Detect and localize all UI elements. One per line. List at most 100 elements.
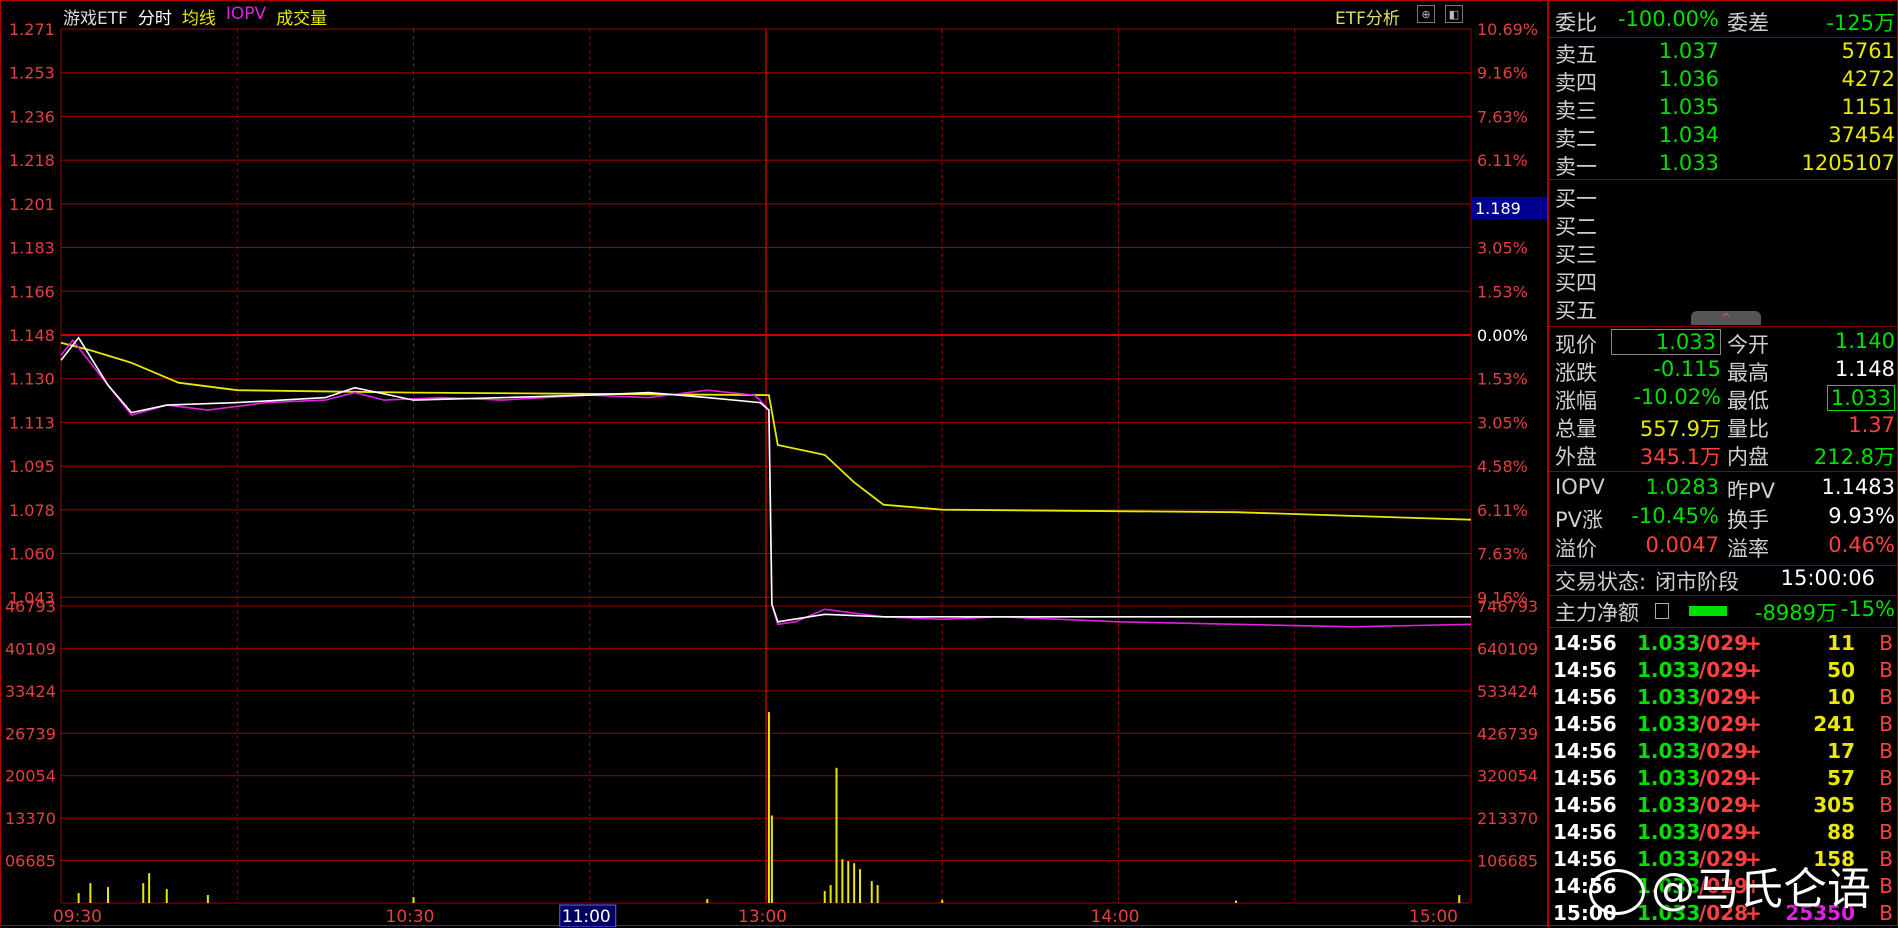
bid-row[interactable]: 买三 <box>1549 239 1898 267</box>
pct-tick: 7.63% <box>1477 545 1528 564</box>
bid-row[interactable]: 买一 <box>1549 183 1898 211</box>
stat-row: 现价 1.033 今开 1.140 <box>1549 329 1898 357</box>
tick-time: 14:56 <box>1553 766 1617 790</box>
tick-volume: 10 <box>1827 685 1855 709</box>
volume-tick: 13370 <box>5 809 56 828</box>
main-force-label: 主力净额 <box>1555 601 1639 625</box>
iopv-value: 9.93% <box>1828 504 1895 528</box>
legend-iopv: IOPV <box>225 4 267 24</box>
legend-mode: 分时 <box>137 9 172 29</box>
tick-iopv: /029 <box>1699 631 1749 655</box>
stat-label: 量比 <box>1727 417 1769 441</box>
main-force-pct: -15% <box>1840 597 1895 621</box>
tick-row[interactable]: 14:56 1.033/029 +305 B <box>1549 793 1898 820</box>
tick-volume: 88 <box>1827 820 1855 844</box>
tick-row[interactable]: 14:56 1.033/029 +11 B <box>1549 631 1898 658</box>
legend-avg-line: 均线 <box>181 9 216 29</box>
tick-price: 1.033 <box>1637 658 1701 682</box>
iopv-value: 1.0283 <box>1645 475 1719 499</box>
tick-price: 1.033 <box>1637 793 1701 817</box>
ask-volume: 37454 <box>1828 123 1895 147</box>
volume-tick: 40109 <box>5 639 56 658</box>
stat-value: 345.1万 <box>1639 445 1721 469</box>
iopv-label: 溢价 <box>1555 537 1597 561</box>
iopv-value: 0.46% <box>1828 533 1895 557</box>
iopv-row: PV涨 -10.45% 换手 9.93% <box>1549 504 1898 532</box>
volume-tick: 33424 <box>5 682 56 701</box>
quote-panel: 委比 -100.00% 委差 -125万 卖五 1.037 5761 卖四 1.036 4… <box>1547 1 1898 927</box>
tick-row[interactable]: 14:56 1.033/029 +57 B <box>1549 766 1898 793</box>
tick-volume: 50 <box>1827 658 1855 682</box>
volume-tick-right: 320054 <box>1477 767 1538 786</box>
layout-icon[interactable]: ◧ <box>1445 5 1463 23</box>
ask-volume: 5761 <box>1841 39 1895 63</box>
intraday-chart[interactable]: 1.271 10.69% 1.253 9.16% 1.236 7.63% 1.218 6.11… <box>1 1 1547 927</box>
price-tick: 1.095 <box>9 457 55 476</box>
tick-row[interactable]: 14:56 1.033/029 +17 B <box>1549 739 1898 766</box>
price-tick: 1.201 <box>9 195 55 214</box>
ask-row[interactable]: 卖三 1.035 1151 <box>1549 95 1898 123</box>
tick-row[interactable]: 14:56 1.033/029 +50 B <box>1549 658 1898 685</box>
iopv-row: IOPV 1.0283 昨PV 1.1483 <box>1549 475 1898 503</box>
tick-volume: 241 <box>1813 712 1855 736</box>
time-tick: 13:00 <box>738 907 787 927</box>
volume-tick-right: 533424 <box>1477 682 1538 701</box>
price-tick: 1.236 <box>9 107 55 126</box>
tick-row[interactable]: 14:56 1.033/029 +241 B <box>1549 712 1898 739</box>
expand-icon[interactable]: ⊕ <box>1417 5 1435 23</box>
ask-row[interactable]: 卖四 1.036 4272 <box>1549 67 1898 95</box>
chart-canvas[interactable]: 1.271 10.69% 1.253 9.16% 1.236 7.63% 1.218 6.11… <box>1 1 1547 927</box>
tick-time: 14:56 <box>1553 658 1617 682</box>
ask-price: 1.035 <box>1658 95 1719 119</box>
bid-label: 买五 <box>1555 299 1597 323</box>
pct-tick: 3.05% <box>1477 413 1528 432</box>
tick-volume: 17 <box>1827 739 1855 763</box>
ask-price: 1.034 <box>1658 123 1719 147</box>
pct-tick: 10.69% <box>1477 20 1538 39</box>
price-tick: 1.218 <box>9 151 55 170</box>
tick-row[interactable]: 14:56 1.033/029 +88 B <box>1549 820 1898 847</box>
collapse-arrow-icon[interactable]: ^ <box>1691 311 1761 325</box>
price-tick: 1.113 <box>9 413 55 432</box>
tick-time: 14:56 <box>1553 631 1617 655</box>
etf-analysis-button[interactable]: ETF分析 <box>1335 4 1400 29</box>
pct-tick: 1.53% <box>1477 370 1528 389</box>
ask-row[interactable]: 卖五 1.037 5761 <box>1549 39 1898 67</box>
time-tick: 10:30 <box>386 907 435 927</box>
tick-iopv: /029 <box>1699 739 1749 763</box>
ask-label: 卖二 <box>1555 127 1597 151</box>
time-tick: 09:30 <box>53 907 102 927</box>
ask-label: 卖三 <box>1555 99 1597 123</box>
ask-label: 卖四 <box>1555 71 1597 95</box>
tick-row[interactable]: 14:56 1.033/029 +10 B <box>1549 685 1898 712</box>
wei-bi-label: 委比 <box>1555 11 1597 35</box>
stat-row: 涨跌 -0.115 最高 1.148 <box>1549 357 1898 385</box>
iopv-value: -10.45% <box>1631 504 1719 528</box>
tick-sign: + <box>1745 631 1762 655</box>
iopv-value: 0.0047 <box>1645 533 1719 557</box>
bid-row[interactable]: 买二 <box>1549 211 1898 239</box>
tick-side: B <box>1879 739 1893 763</box>
tick-sign: + <box>1745 685 1762 709</box>
price-tick: 1.271 <box>9 20 55 39</box>
volume-tick-right: 426739 <box>1477 724 1538 743</box>
ask-price: 1.036 <box>1658 67 1719 91</box>
ask-price: 1.033 <box>1658 151 1719 175</box>
ask-row[interactable]: 卖二 1.034 37454 <box>1549 123 1898 151</box>
ask-row[interactable]: 卖一 1.033 1205107 <box>1549 151 1898 179</box>
chart-legend: 游戏ETF 分时 均线 IOPV 成交量 <box>63 4 327 29</box>
pct-tick: 4.58% <box>1477 457 1528 476</box>
tick-price: 1.033 <box>1637 766 1701 790</box>
stat-label: 涨幅 <box>1555 389 1597 413</box>
trade-status-time: 15:00:06 <box>1780 566 1875 590</box>
stat-row: 涨幅 -10.02% 最低 1.033 <box>1549 385 1898 413</box>
tick-sign: + <box>1745 766 1762 790</box>
bid-row[interactable]: 买四 <box>1549 267 1898 295</box>
watermark: @马氏仑语 <box>1589 853 1871 917</box>
tick-time: 14:56 <box>1553 739 1617 763</box>
main-force-row: 主力净额 -8989万 -15% <box>1549 597 1898 625</box>
ask-volume: 4272 <box>1841 67 1895 91</box>
doc-icon[interactable] <box>1655 603 1669 619</box>
pct-tick: 0.00% <box>1477 326 1528 345</box>
tick-iopv: /029 <box>1699 766 1749 790</box>
